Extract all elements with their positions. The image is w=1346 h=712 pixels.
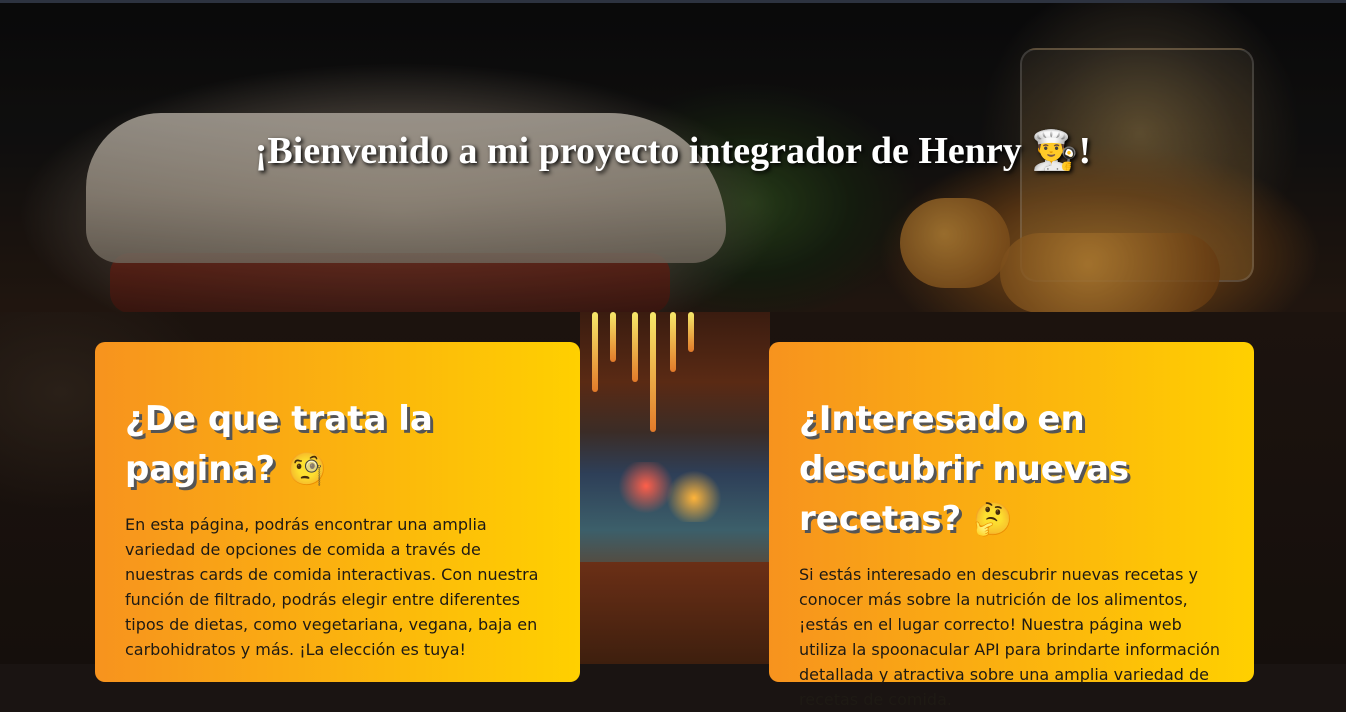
- light-stripe: [632, 312, 638, 382]
- card-title: ¿Interesado en descubrir nuevas recetas?…: [799, 394, 1224, 544]
- discover-recipes-card: ¿Interesado en descubrir nuevas recetas?…: [769, 342, 1254, 709]
- light-stripe: [688, 312, 694, 352]
- card-title-text: ¿Interesado en descubrir nuevas recetas?: [799, 399, 1130, 539]
- card-title-text: ¿De que trata la pagina?: [125, 399, 433, 489]
- light-stripe: [670, 312, 676, 372]
- background-floor: [580, 562, 770, 664]
- background-lights: [610, 462, 730, 522]
- monocle-face-icon: 🧐: [287, 450, 327, 488]
- light-stripe: [610, 312, 616, 362]
- background-pixel-art: [580, 312, 770, 664]
- card-body: En esta página, podrás encontrar una amp…: [125, 515, 539, 659]
- about-page-card: ¿De que trata la pagina? 🧐 En esta págin…: [95, 342, 580, 682]
- card-body: Si estás interesado en descubrir nuevas …: [799, 565, 1220, 709]
- hero-title: ¡Bienvenido a mi proyecto integrador de …: [254, 130, 1092, 172]
- light-stripe: [650, 312, 656, 432]
- light-stripe: [592, 312, 598, 392]
- hero-banner: ¡Bienvenido a mi proyecto integrador de …: [0, 3, 1346, 312]
- thinking-face-icon: 🤔: [973, 500, 1013, 538]
- card-title: ¿De que trata la pagina? 🧐: [125, 394, 550, 494]
